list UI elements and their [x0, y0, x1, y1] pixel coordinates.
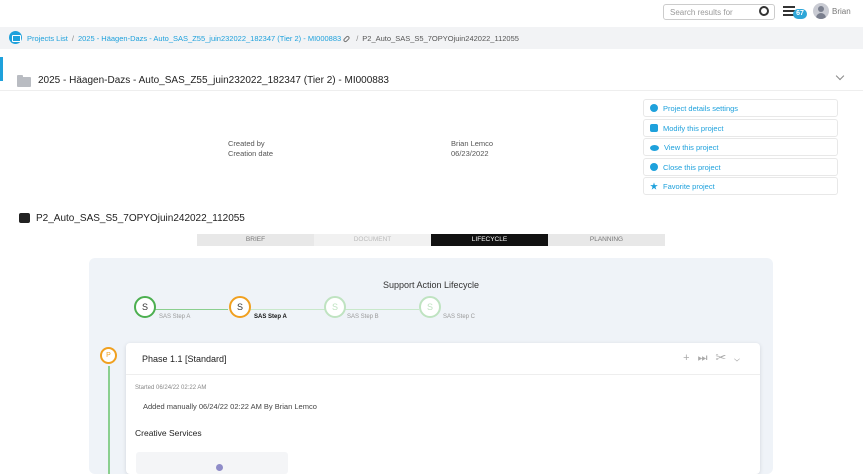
step-circle-2[interactable]: S	[229, 296, 251, 318]
action-label: Project details settings	[663, 104, 739, 113]
step-label-3: SAS Step B	[347, 314, 379, 320]
creation-date-value: 06/23/2022	[451, 149, 489, 158]
breadcrumb-project[interactable]: 2025 - Häagen-Dazs - Auto_SAS_Z55_juin23…	[78, 34, 341, 43]
phase-added: Added manually 06/24/22 02:22 AM By Bria…	[143, 402, 317, 411]
avatar-dot-icon	[216, 464, 223, 471]
action-label: Close this project	[663, 162, 721, 172]
phase-title: Phase 1.1 [Standard]	[142, 354, 227, 364]
step-connector	[155, 309, 228, 310]
link-icon[interactable]	[342, 35, 351, 43]
view-project-button[interactable]: View this project	[643, 138, 838, 157]
star-icon	[650, 182, 658, 190]
phase-card: Phase 1.1 [Standard] +⏭✂⌄ Started 06/24/…	[126, 343, 760, 474]
project-header[interactable]: 2025 - Häagen-Dazs - Auto_SAS_Z55_juin23…	[0, 57, 863, 91]
notification-badge[interactable]: 67	[793, 9, 807, 19]
gear-icon	[650, 104, 658, 112]
action-label: Favorite project	[663, 182, 715, 192]
action-label: View this project	[664, 143, 719, 153]
tools-icon[interactable]: ✂	[715, 352, 734, 364]
folder-icon	[17, 75, 31, 87]
close-project-button[interactable]: Close this project	[643, 157, 838, 176]
step-connector	[345, 309, 419, 310]
created-by-value: Brian Lemco	[451, 139, 494, 148]
step-label-2: SAS Step A	[254, 314, 287, 320]
phase-started: Started 06/24/22 02:22 AM	[135, 385, 207, 391]
project-title: 2025 - Häagen-Dazs - Auto_SAS_Z55_juin23…	[38, 75, 389, 86]
folder-home-icon[interactable]	[9, 31, 22, 44]
globe-icon	[650, 162, 658, 171]
tab-brief[interactable]: BRIEF	[197, 234, 314, 246]
phase-tools: +⏭✂⌄	[683, 352, 748, 365]
step-circle-1[interactable]: S	[134, 296, 156, 318]
project-actions: Project details settings Modify this pro…	[643, 99, 838, 197]
puzzle-icon	[19, 213, 30, 223]
phase-marker: P	[100, 347, 117, 364]
action-label: Modify this project	[663, 123, 724, 133]
favorite-project-button[interactable]: Favorite project	[643, 177, 838, 196]
edit-icon	[650, 123, 658, 132]
eye-icon	[650, 145, 659, 152]
plus-icon[interactable]: +	[683, 352, 697, 364]
chevron-down-icon[interactable]	[835, 71, 845, 81]
step-label-1: SAS Step A	[159, 314, 191, 320]
breadcrumb-projects-list[interactable]: Projects List	[27, 34, 68, 43]
timeline-line	[108, 366, 110, 474]
tab-document: DOCUMENT	[314, 234, 431, 246]
subproject-title: P2_Auto_SAS_S5_7OPYOjuin242022_112055	[36, 213, 245, 224]
project-details-settings-button[interactable]: Project details settings	[643, 99, 838, 117]
user-name[interactable]: Brian	[832, 7, 851, 16]
step-connector	[250, 309, 325, 310]
phase-section-title: Creative Services	[135, 428, 202, 438]
step-circle-3[interactable]: S	[324, 296, 346, 318]
lifecycle-title: Support Action Lifecycle	[382, 280, 480, 290]
tab-bar: BRIEF DOCUMENT LIFECYCLE PLANNING	[197, 234, 665, 246]
created-by-label: Created by	[228, 139, 265, 148]
tab-planning[interactable]: PLANNING	[548, 234, 665, 246]
breadcrumb: Projects List/2025 - Häagen-Dazs - Auto_…	[0, 27, 863, 49]
avatar[interactable]	[813, 3, 829, 19]
skip-icon[interactable]: ⏭	[698, 352, 716, 364]
service-card[interactable]	[136, 452, 288, 474]
divider	[126, 374, 760, 375]
search-icon[interactable]	[759, 6, 769, 16]
chevron-down-icon[interactable]: ⌄	[734, 352, 748, 364]
top-bar: Search results for 67 Brian	[0, 0, 863, 27]
creation-date-label: Creation date	[228, 149, 274, 158]
step-circle-4[interactable]: S	[419, 296, 441, 318]
breadcrumb-current: P2_Auto_SAS_S5_7OPYOjuin242022_112055	[362, 34, 519, 43]
modify-project-button[interactable]: Modify this project	[643, 118, 838, 137]
tab-lifecycle[interactable]: LIFECYCLE	[431, 234, 548, 246]
step-label-4: SAS Step C	[443, 314, 476, 320]
